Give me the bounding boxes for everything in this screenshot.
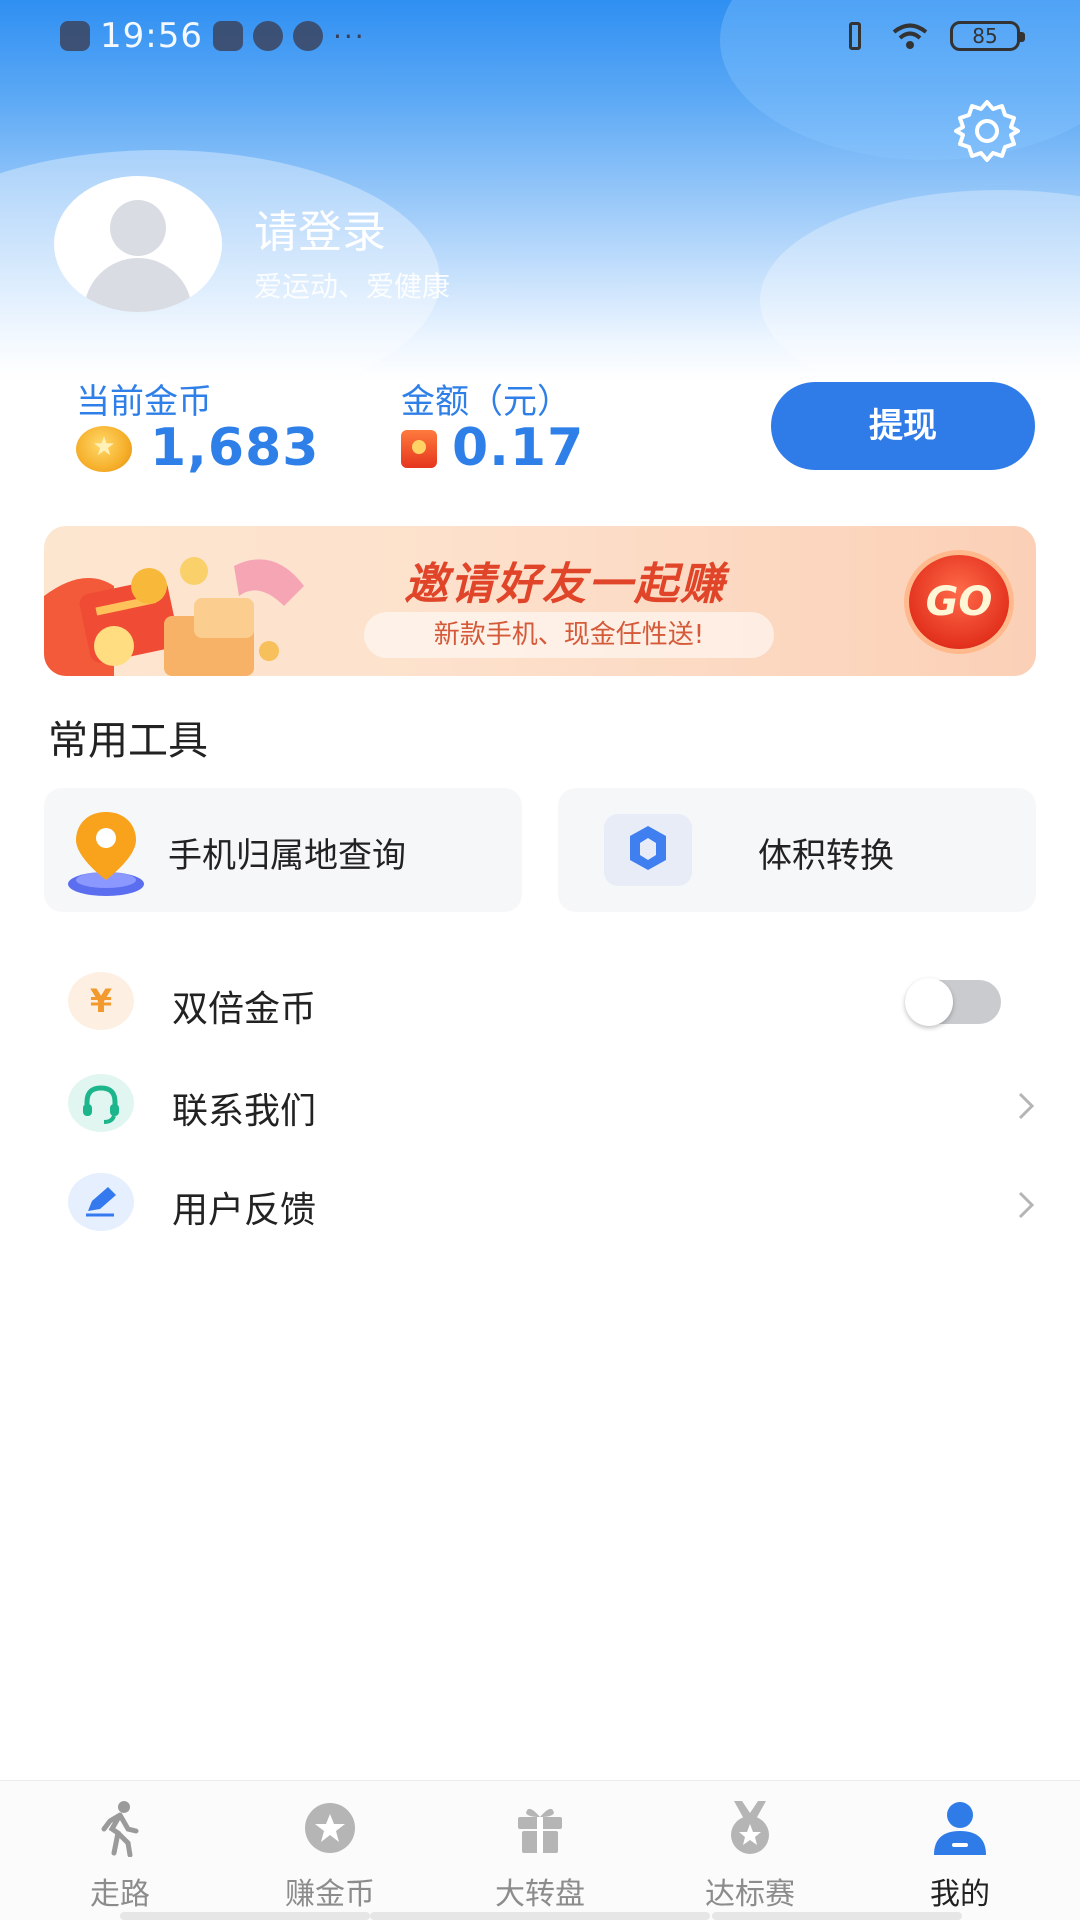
gesture-bar [370, 1912, 710, 1920]
game-icon [292, 21, 323, 51]
avatar[interactable] [54, 176, 222, 312]
headset-icon [68, 1074, 134, 1132]
nav-lucky-wheel[interactable]: 大转盘 [432, 1781, 648, 1920]
go-button[interactable]: GO [904, 550, 1014, 654]
banner-title: 邀请好友一起赚 [404, 559, 726, 610]
speedometer-icon [252, 21, 283, 51]
amount-value: 0.17 [452, 418, 585, 478]
nav-challenge[interactable]: 达标赛 [642, 1781, 858, 1920]
nav-label: 赚金币 [285, 1877, 375, 1912]
wifi-icon [892, 21, 928, 51]
banner-subtitle: 新款手机、现金任性送! [364, 612, 774, 658]
coin-icon [76, 426, 132, 472]
gift-coins-illustration [44, 557, 304, 676]
svg-text:¥: ¥ [90, 982, 112, 1020]
red-packet-icon [401, 430, 437, 468]
nav-mine[interactable]: 我的 [852, 1781, 1068, 1920]
coins-value: 1,683 [150, 418, 320, 478]
list-item-contact[interactable]: 联系我们 [0, 1064, 1080, 1154]
gesture-bar [120, 1912, 370, 1920]
gesture-bar [712, 1912, 962, 1920]
coins-label: 当前金币 [76, 382, 212, 422]
hexagon-icon [604, 814, 692, 886]
location-pin-icon [68, 812, 144, 896]
yen-icon: ¥ [68, 972, 134, 1030]
settings-button[interactable] [952, 96, 1022, 166]
profile-slogan: 爱运动、爱健康 [254, 270, 451, 303]
tool-label: 手机归属地查询 [168, 836, 406, 876]
nav-label: 我的 [930, 1877, 990, 1912]
medal-icon [731, 1801, 769, 1854]
tool-label: 体积转换 [758, 836, 894, 876]
nav-walk[interactable]: 走路 [12, 1781, 228, 1920]
status-time: 19:56 [100, 16, 203, 56]
list-item-label: 双倍金币 [172, 989, 317, 1030]
list-item-label: 用户反馈 [172, 1190, 317, 1231]
tool-phone-location[interactable]: 手机归属地查询 [44, 788, 522, 912]
video-icon [212, 21, 243, 51]
amount-label: 金额（元） [401, 382, 571, 422]
list-item-double-coins: ¥ 双倍金币 [0, 962, 1080, 1052]
login-prompt[interactable]: 请登录 [254, 196, 386, 260]
walk-icon [101, 1801, 139, 1857]
nav-label: 达标赛 [705, 1877, 795, 1912]
bottom-navigation: 走路 赚金币 大转盘 达标赛 我的 [0, 1780, 1080, 1920]
app-notification-icon [60, 21, 90, 51]
gift-icon [518, 1808, 562, 1853]
withdraw-button[interactable]: 提现 [771, 382, 1035, 470]
chevron-right-icon [1018, 1092, 1035, 1120]
nav-earn-coins[interactable]: 赚金币 [222, 1781, 438, 1920]
battery-indicator: 85 [950, 21, 1025, 51]
double-coins-toggle[interactable] [905, 978, 1001, 1026]
more-notifications: ··· [332, 19, 366, 53]
pencil-icon [68, 1173, 134, 1231]
nav-label: 大转盘 [495, 1877, 585, 1912]
star-coin-icon [305, 1803, 355, 1853]
nav-label: 走路 [90, 1877, 150, 1912]
status-bar: 19:56 ··· 85 [0, 0, 1080, 70]
gear-icon [954, 100, 1020, 162]
list-item-feedback[interactable]: 用户反馈 [0, 1163, 1080, 1253]
list-item-label: 联系我们 [172, 1091, 317, 1132]
invite-banner[interactable]: 邀请好友一起赚 新款手机、现金任性送! GO [44, 526, 1036, 676]
tools-section-title: 常用工具 [48, 718, 208, 764]
user-icon [934, 1802, 986, 1855]
tool-volume-convert[interactable]: 体积转换 [558, 788, 1036, 912]
chevron-right-icon [1018, 1191, 1035, 1219]
vibrate-icon [840, 20, 870, 52]
